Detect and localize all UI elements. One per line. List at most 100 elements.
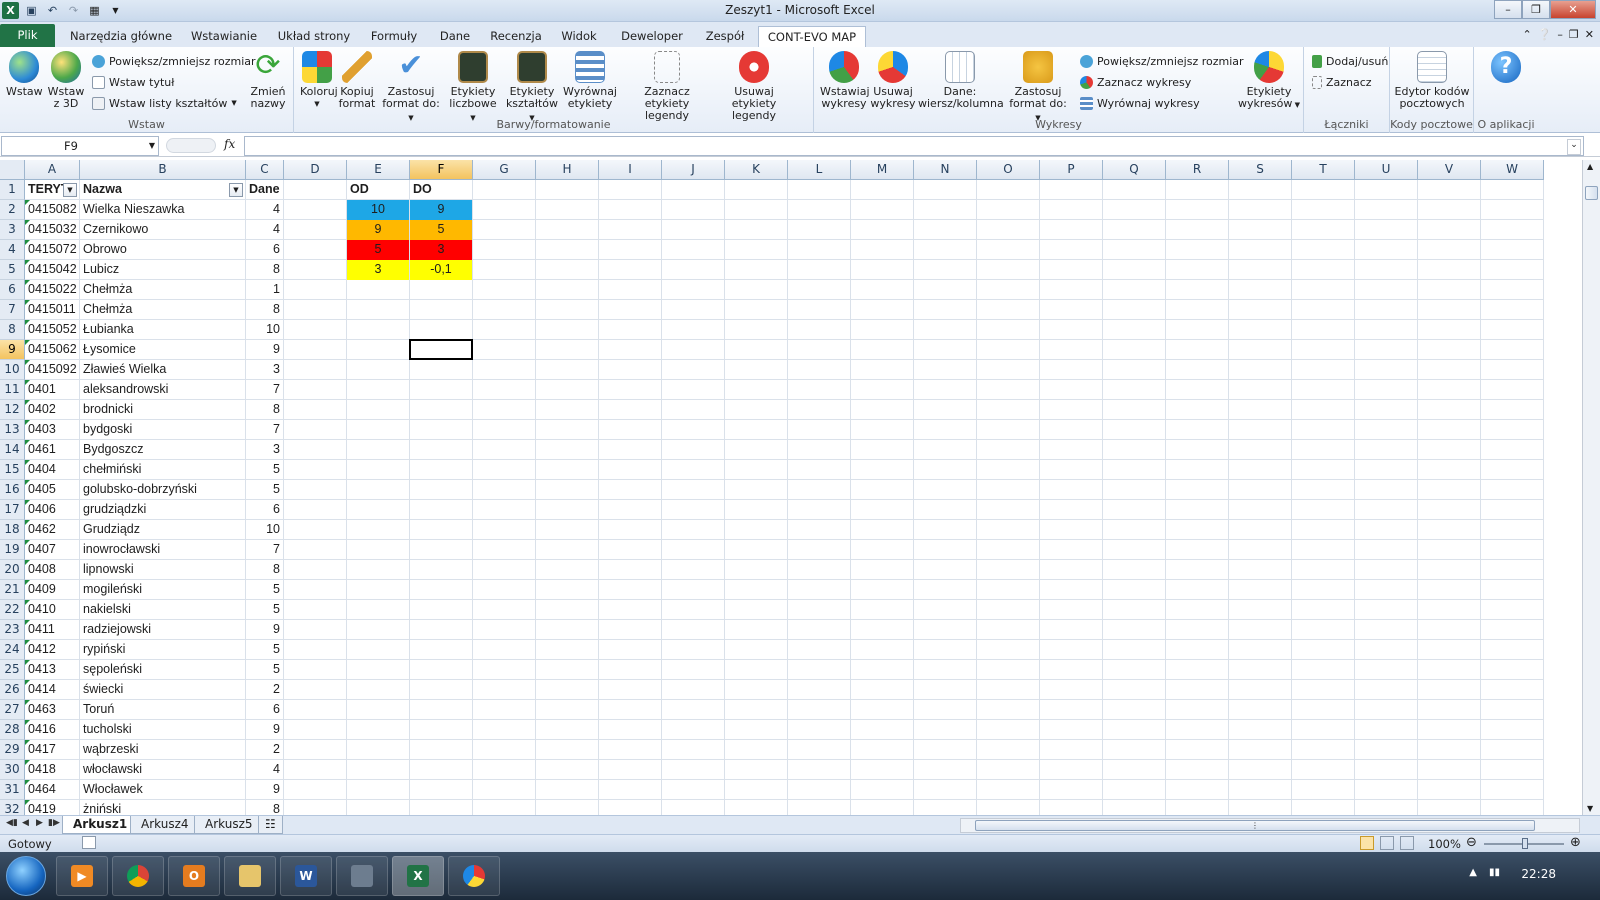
cell-dane[interactable]: 5 — [246, 660, 283, 680]
number-labels-button[interactable]: Etykiety liczbowe ▼ — [446, 51, 500, 124]
cell-dane[interactable]: 6 — [246, 700, 283, 720]
row-header[interactable]: 24 — [0, 640, 25, 660]
column-header-c[interactable]: C — [246, 160, 284, 180]
horizontal-scroll-thumb[interactable]: ⋮ — [975, 820, 1535, 831]
network-app[interactable] — [336, 856, 388, 896]
tab-cont-evo-map[interactable]: CONT-EVO MAP — [758, 26, 866, 47]
minimize-button[interactable]: – — [1494, 0, 1522, 19]
cell-teryt[interactable]: 0402 — [25, 400, 79, 420]
cell-teryt[interactable]: 0413 — [25, 660, 79, 680]
tab-home[interactable]: Narzędzia główne — [68, 26, 174, 47]
signal-icon[interactable]: ▮▮ — [1489, 867, 1500, 878]
cell-dane[interactable]: 8 — [246, 560, 283, 580]
cell-nazwa[interactable]: Wielka Nieszawka — [80, 200, 245, 220]
scroll-up-icon[interactable]: ▲ — [1587, 162, 1593, 171]
minimize-ribbon-icon[interactable]: ⌃ — [1522, 28, 1531, 41]
cell-nazwa[interactable]: Zławieś Wielka — [80, 360, 245, 380]
cell-nazwa[interactable]: Łubianka — [80, 320, 245, 340]
filter-dropdown-teryt-icon[interactable]: ▼ — [63, 183, 77, 197]
delete-charts-button[interactable]: Usuwaj wykresy — [870, 51, 916, 110]
cell-dane[interactable]: 4 — [246, 760, 283, 780]
tab-review[interactable]: Recenzja — [486, 26, 546, 47]
column-header-i[interactable]: I — [599, 160, 662, 180]
row-header[interactable]: 9 — [0, 340, 25, 360]
cell-teryt[interactable]: 0415022 — [25, 280, 79, 300]
cell-teryt[interactable]: 0464 — [25, 780, 79, 800]
vertical-scrollbar[interactable]: ▲ ▼ — [1582, 160, 1600, 815]
range-do[interactable]: 5 — [410, 220, 472, 240]
media-player-app[interactable]: ▶ — [56, 856, 108, 896]
delete-legend-labels-button[interactable]: Usuwaj etykiety legendy — [712, 51, 796, 122]
column-header-l[interactable]: L — [788, 160, 851, 180]
range-do[interactable]: 9 — [410, 200, 472, 220]
select-all-corner[interactable] — [0, 160, 25, 180]
cell-dane[interactable]: 2 — [246, 740, 283, 760]
sheet-tab-arkusz1[interactable]: Arkusz1 — [62, 816, 139, 834]
postal-code-editor-button[interactable]: Edytor kodów pocztowych — [1394, 51, 1470, 110]
cell-dane[interactable]: 8 — [246, 400, 283, 420]
column-header-s[interactable]: S — [1229, 160, 1292, 180]
header-od[interactable]: OD — [347, 180, 409, 200]
cell-nazwa[interactable]: chełmiński — [80, 460, 245, 480]
tab-team[interactable]: Zespół — [700, 26, 750, 47]
cell-nazwa[interactable]: świecki — [80, 680, 245, 700]
tab-insert[interactable]: Wstawianie — [185, 26, 263, 47]
cell-dane[interactable]: 8 — [246, 800, 283, 815]
range-do[interactable]: -0,1 — [410, 260, 472, 280]
cell-nazwa[interactable]: Grudziądz — [80, 520, 245, 540]
cell-teryt[interactable]: 0407 — [25, 540, 79, 560]
apply-chart-format-button[interactable]: Zastosuj format do: ▼ — [1006, 51, 1070, 124]
cell-nazwa[interactable]: Czernikowo — [80, 220, 245, 240]
row-header[interactable]: 14 — [0, 440, 25, 460]
column-header-o[interactable]: O — [977, 160, 1040, 180]
column-header-b[interactable]: B — [80, 160, 246, 180]
page-layout-view-icon[interactable] — [1380, 836, 1394, 850]
cell-teryt[interactable]: 0408 — [25, 560, 79, 580]
row-header[interactable]: 17 — [0, 500, 25, 520]
maximize-button[interactable]: ❐ — [1522, 0, 1550, 19]
cell-teryt[interactable]: 0415011 — [25, 300, 79, 320]
cell-teryt[interactable]: 0415032 — [25, 220, 79, 240]
cell-teryt[interactable]: 0412 — [25, 640, 79, 660]
cell-nazwa[interactable]: Lubicz — [80, 260, 245, 280]
cell-teryt[interactable]: 0403 — [25, 420, 79, 440]
cell-nazwa[interactable]: Łysomice — [80, 340, 245, 360]
cell-dane[interactable]: 10 — [246, 320, 283, 340]
wstaw-3d-button[interactable]: Wstaw z 3D — [46, 51, 86, 110]
resize-button[interactable]: Powiększ/zmniejsz rozmiar — [92, 52, 256, 70]
cell-dane[interactable]: 4 — [246, 220, 283, 240]
cell-dane[interactable]: 2 — [246, 680, 283, 700]
formula-input[interactable]: ⌄ — [244, 136, 1584, 156]
column-header-a[interactable]: A — [25, 160, 80, 180]
row-header[interactable]: 6 — [0, 280, 25, 300]
last-sheet-icon[interactable]: ▮▶ — [48, 818, 60, 828]
koloruj-button[interactable]: Koloruj ▼ — [300, 51, 338, 110]
row-header[interactable]: 16 — [0, 480, 25, 500]
select-legend-labels-button[interactable]: Zaznacz etykiety legendy — [624, 51, 710, 122]
row-header[interactable]: 13 — [0, 420, 25, 440]
cell-teryt[interactable]: 0415082 — [25, 200, 79, 220]
copy-format-button[interactable]: Kopiuj format — [338, 51, 376, 110]
cell-dane[interactable]: 9 — [246, 780, 283, 800]
row-header[interactable]: 8 — [0, 320, 25, 340]
cell-dane[interactable]: 7 — [246, 420, 283, 440]
column-header-q[interactable]: Q — [1103, 160, 1166, 180]
row-header[interactable]: 1 — [0, 180, 25, 200]
start-button-icon[interactable] — [6, 856, 46, 896]
zoom-in-icon[interactable]: ⊕ — [1570, 835, 1581, 850]
scroll-down-icon[interactable]: ▼ — [1587, 804, 1593, 813]
column-header-n[interactable]: N — [914, 160, 977, 180]
cell-teryt[interactable]: 0409 — [25, 580, 79, 600]
column-header-r[interactable]: R — [1166, 160, 1229, 180]
next-sheet-icon[interactable]: ▶ — [36, 818, 43, 828]
filter-dropdown-nazwa-icon[interactable]: ▼ — [229, 183, 243, 197]
cell-teryt[interactable]: 0406 — [25, 500, 79, 520]
name-box[interactable]: F9 ▼ — [1, 136, 159, 156]
row-header[interactable]: 11 — [0, 380, 25, 400]
cell-nazwa[interactable]: golubsko-dobrzyński — [80, 480, 245, 500]
cell-teryt[interactable]: 0415042 — [25, 260, 79, 280]
explorer-app[interactable] — [224, 856, 276, 896]
insert-title-button[interactable]: Wstaw tytuł — [92, 73, 174, 91]
cell-nazwa[interactable]: bydgoski — [80, 420, 245, 440]
column-header-u[interactable]: U — [1355, 160, 1418, 180]
